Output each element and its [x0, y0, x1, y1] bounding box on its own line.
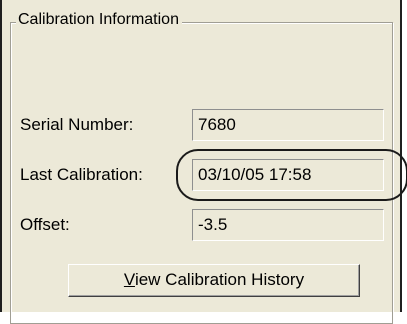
group-title: Calibration Information	[16, 10, 182, 30]
last-calibration-label: Last Calibration:	[20, 165, 143, 184]
button-mnemonic: V	[123, 270, 135, 289]
calibration-panel: Calibration Information Serial Number: 7…	[0, 0, 407, 324]
last-calibration-field: 03/10/05 17:58	[192, 159, 384, 191]
serial-number-label: Serial Number:	[20, 115, 134, 134]
button-label: iew Calibration History	[134, 270, 305, 289]
serial-number-field: 7680	[192, 109, 384, 141]
offset-label: Offset:	[20, 215, 70, 234]
view-calibration-history-button[interactable]: View Calibration History	[68, 264, 360, 297]
offset-field: -3.5	[192, 209, 384, 241]
